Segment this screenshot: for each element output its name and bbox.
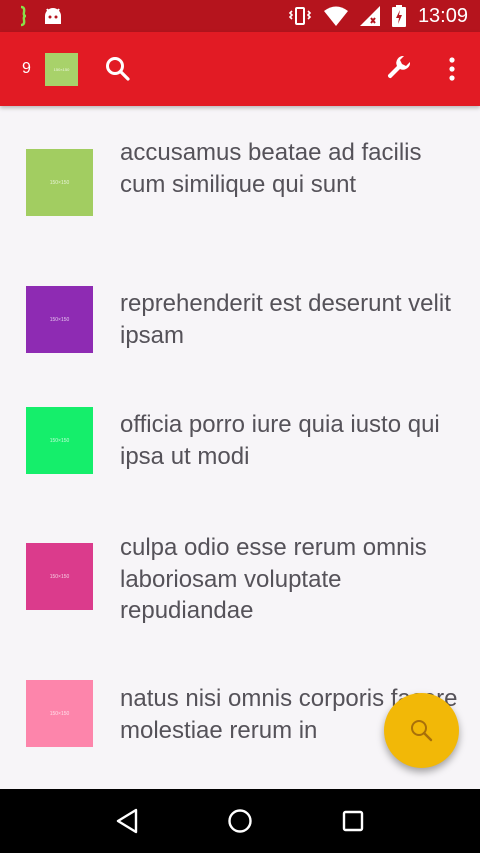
system-nav-bar (0, 789, 480, 853)
signal-icon (359, 6, 380, 26)
item-thumbnail: 150×150 (26, 407, 93, 474)
status-time: 13:09 (417, 4, 468, 27)
android-notification-icon (42, 6, 64, 26)
search-icon (106, 57, 130, 81)
home-button[interactable] (216, 797, 264, 845)
back-button[interactable] (103, 797, 151, 845)
search-fab[interactable] (384, 693, 459, 768)
search-button[interactable] (98, 49, 138, 89)
item-title: culpa odio esse rerum omnis laboriosam v… (120, 534, 427, 624)
app-bar: 9 150×150 (0, 32, 480, 106)
overflow-menu-button[interactable] (432, 49, 472, 89)
list-item[interactable]: 150×150 reprehenderit est deserunt velit… (0, 266, 480, 372)
item-thumbnail: 150×150 (26, 543, 93, 610)
battery-charging-icon (391, 5, 406, 27)
list-item[interactable]: 150×150 accusamus beatae ad facilis cum … (0, 122, 480, 247)
item-list[interactable]: 150×150 accusamus beatae ad facilis cum … (0, 106, 480, 789)
item-thumbnail: 150×150 (26, 149, 93, 216)
home-circle-icon (228, 809, 252, 833)
item-title: accusamus beatae ad facilis cum similiqu… (120, 139, 422, 198)
item-thumbnail: 150×150 (26, 680, 93, 747)
wifi-icon (323, 6, 348, 26)
list-item[interactable]: 150×150 culpa odio esse rerum omnis labo… (0, 511, 480, 636)
item-title: reprehenderit est deserunt velit ipsam (120, 290, 451, 349)
more-vert-icon (449, 57, 455, 81)
recents-square-icon (343, 810, 364, 832)
status-system-icons: 13:09 (288, 5, 480, 28)
app-bar-thumbnail[interactable]: 150×150 (45, 52, 78, 86)
brackets-notification-icon (18, 5, 28, 27)
settings-wrench-button[interactable] (380, 49, 420, 89)
item-thumbnail: 150×150 (26, 286, 93, 353)
back-triangle-icon (116, 808, 137, 834)
status-bar: 13:09 (0, 0, 480, 32)
selection-count: 9 (22, 60, 31, 77)
recents-button[interactable] (329, 797, 377, 845)
vibrate-icon (288, 6, 312, 26)
status-notifications (0, 5, 64, 27)
search-icon (410, 719, 432, 741)
wrench-icon (387, 55, 411, 79)
list-item[interactable]: 150×150 officia porro iure quia iusto qu… (0, 387, 480, 493)
item-title: officia porro iure quia iusto qui ipsa u… (120, 411, 440, 470)
